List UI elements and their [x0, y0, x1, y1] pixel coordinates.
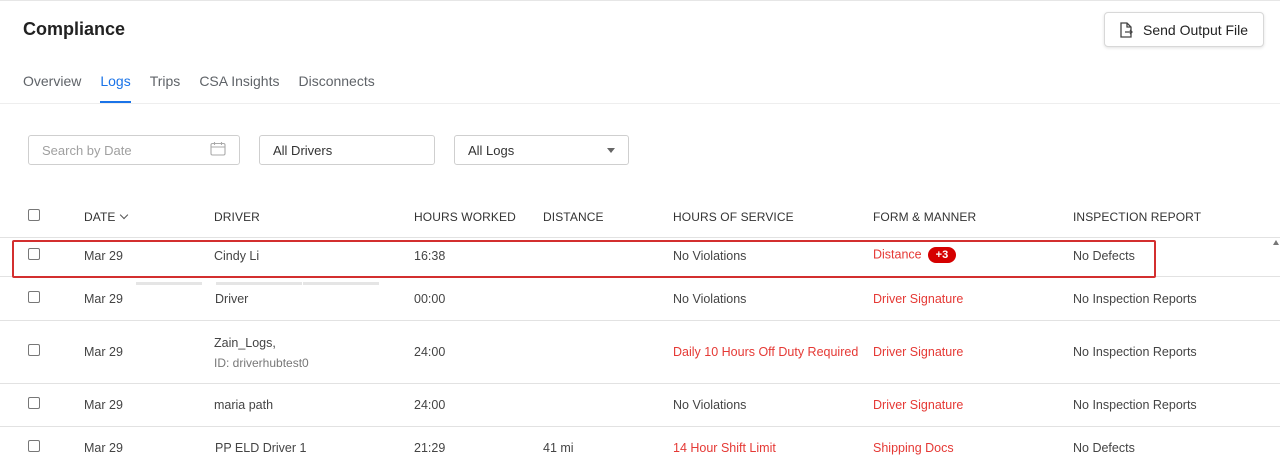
row-hours-of-service[interactable]: Daily 10 Hours Off Duty Required [673, 345, 858, 359]
row-inspection-report: No Inspection Reports [1073, 398, 1197, 412]
tab-logs[interactable]: Logs [100, 73, 131, 103]
row-driver-name[interactable]: Zain_Logs, [214, 336, 309, 350]
column-header-inspection-report: INSPECTION REPORT [1073, 210, 1202, 224]
column-header-hours-of-service: HOURS OF SERVICE [673, 210, 794, 224]
sort-down-icon[interactable] [119, 210, 128, 220]
table-row[interactable]: Mar 29 Zain_Logs, ID: driverhubtest0 24:… [0, 322, 1280, 384]
chevron-down-icon[interactable] [607, 147, 615, 153]
date-search-input[interactable]: Search by Date [28, 135, 240, 165]
row-hours-worked: 21:29 [414, 441, 446, 455]
row-driver[interactable]: maria path [214, 398, 273, 412]
top-border [0, 0, 1280, 1]
column-header-distance: DISTANCE [543, 210, 604, 224]
column-header-date-label: DATE [84, 210, 116, 224]
row-date: Mar 29 [84, 441, 123, 455]
tab-trips[interactable]: Trips [150, 73, 181, 103]
file-export-icon [1119, 21, 1135, 38]
send-output-file-button[interactable]: Send Output File [1104, 12, 1264, 47]
row-distance: 41 mi [543, 441, 574, 455]
scroll-up-icon[interactable] [1273, 240, 1279, 245]
row-form-manner[interactable]: Driver Signature [873, 345, 963, 359]
table-header: DATE DRIVER HOURS WORKED DISTANCE HOURS … [0, 200, 1280, 238]
select-all-checkbox[interactable] [28, 209, 40, 221]
row-driver[interactable]: PP ELD Driver 1 [215, 441, 306, 455]
table-row[interactable]: Mar 29 maria path 24:00 No Violations Dr… [0, 385, 1280, 427]
tab-bar: Overview Logs Trips CSA Insights Disconn… [23, 73, 394, 103]
row-hours-worked: 00:00 [414, 292, 446, 306]
row-date: Mar 29 [84, 398, 123, 412]
logs-filter-value: All Logs [468, 142, 515, 158]
tab-csa-insights[interactable]: CSA Insights [199, 73, 279, 103]
row-driver[interactable]: Driver [215, 292, 248, 306]
row-form-manner-label[interactable]: Distance [873, 247, 922, 261]
row-inspection-report: No Defects [1073, 249, 1135, 263]
row-hours-worked: 24:00 [414, 398, 446, 412]
page-title: Compliance [23, 19, 126, 39]
row-form-manner[interactable]: Driver Signature [873, 398, 963, 412]
row-hours-worked: 16:38 [414, 249, 446, 263]
row-form-manner[interactable]: Driver Signature [873, 292, 963, 306]
row-driver-id: ID: driverhubtest0 [214, 356, 309, 370]
date-search-placeholder: Search by Date [42, 142, 132, 158]
row-checkbox[interactable] [28, 440, 40, 452]
row-checkbox[interactable] [28, 344, 40, 356]
more-violations-badge[interactable]: +3 [927, 247, 957, 263]
row-driver[interactable]: Cindy Li [214, 249, 259, 263]
drivers-filter-select[interactable]: All Drivers [259, 135, 435, 165]
row-checkbox[interactable] [28, 397, 40, 409]
row-inspection-report: No Inspection Reports [1073, 292, 1197, 306]
column-header-driver: DRIVER [214, 210, 260, 224]
row-date: Mar 29 [84, 292, 123, 306]
drivers-filter-value: All Drivers [273, 142, 333, 158]
row-inspection-report: No Defects [1073, 441, 1135, 455]
column-header-form-manner: FORM & MANNER [873, 210, 977, 224]
row-hours-of-service: No Violations [673, 249, 747, 263]
row-hours-of-service: No Violations [673, 292, 747, 306]
table-row[interactable]: Mar 29 Driver 00:00 No Violations Driver… [0, 278, 1280, 321]
row-driver[interactable]: Zain_Logs, ID: driverhubtest0 [214, 336, 309, 370]
row-date: Mar 29 [84, 249, 123, 263]
tab-overview[interactable]: Overview [23, 73, 81, 103]
row-inspection-report: No Inspection Reports [1073, 345, 1197, 359]
send-output-file-label: Send Output File [1143, 21, 1249, 38]
row-form-manner[interactable]: Distance +3 [873, 247, 957, 263]
row-hours-worked: 24:00 [414, 345, 446, 359]
calendar-icon [210, 141, 226, 159]
row-hours-of-service: No Violations [673, 398, 747, 412]
table-row[interactable]: Mar 29 PP ELD Driver 1 21:29 41 mi 14 Ho… [0, 428, 1280, 469]
row-form-manner[interactable]: Shipping Docs [873, 441, 954, 455]
row-checkbox[interactable] [28, 291, 40, 303]
logs-filter-select[interactable]: All Logs [454, 135, 629, 165]
tabs-divider [0, 103, 1280, 104]
table-row[interactable]: Mar 29 Cindy Li 16:38 No Violations Dist… [0, 239, 1280, 277]
row-date: Mar 29 [84, 345, 123, 359]
row-checkbox[interactable] [28, 248, 40, 260]
row-hours-of-service[interactable]: 14 Hour Shift Limit [673, 441, 776, 455]
tab-disconnects[interactable]: Disconnects [298, 73, 374, 103]
column-header-hours-worked: HOURS WORKED [414, 210, 516, 224]
column-header-date[interactable]: DATE [84, 210, 128, 224]
